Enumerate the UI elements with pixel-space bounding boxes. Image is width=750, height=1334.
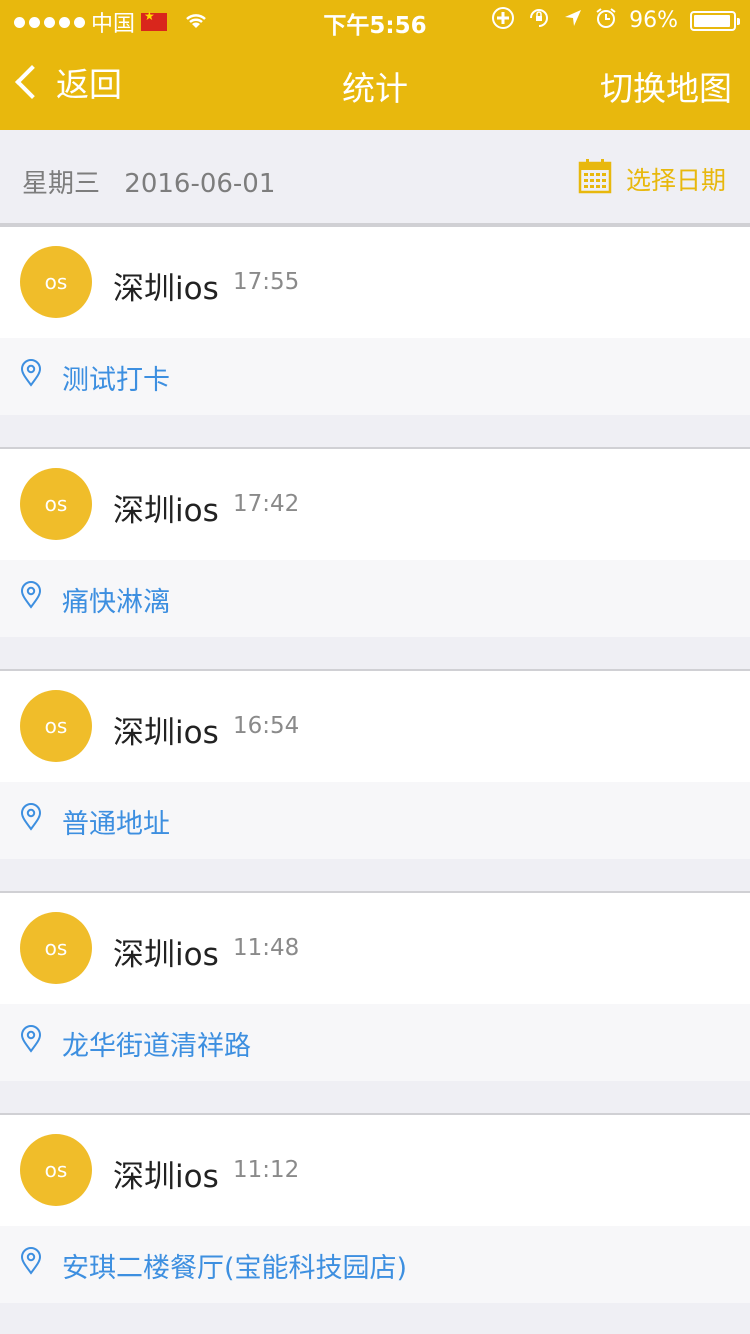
date-label: 2016-06-01 [124, 169, 276, 199]
avatar: os [20, 468, 92, 540]
rotation-lock-icon [527, 6, 551, 35]
select-date-label: 选择日期 [625, 166, 726, 195]
record-name: 深圳ios [113, 715, 219, 751]
record-address: 测试打卡 [62, 365, 170, 396]
record-header: os 深圳ios 17:55 [0, 227, 750, 338]
record-time: 17:42 [233, 491, 300, 517]
avatar: os [20, 246, 92, 318]
record-item[interactable]: os 深圳ios 16:54 普通地址 [0, 669, 750, 859]
status-right: 96% [491, 6, 740, 35]
date-bar: 星期三 2016-06-01 选择日期 [0, 130, 750, 225]
avatar: os [20, 690, 92, 762]
record-address-row[interactable]: 龙华街道清祥路 [0, 1004, 750, 1081]
avatar: os [20, 912, 92, 984]
record-name: 深圳ios [113, 937, 219, 973]
record-address: 龙华街道清祥路 [62, 1031, 251, 1062]
location-pin-icon [20, 359, 42, 391]
record-address-row[interactable]: 安琪二楼餐厅(宝能科技园店) [0, 1226, 750, 1303]
record-time: 17:55 [233, 269, 300, 295]
avatar: os [20, 1134, 92, 1206]
record-name: 深圳ios [113, 1159, 219, 1195]
current-date: 星期三 2016-06-01 [22, 163, 275, 200]
record-header: os 深圳ios 11:12 [0, 1115, 750, 1226]
record-address-row[interactable]: 痛快淋漓 [0, 560, 750, 637]
record-time: 11:12 [233, 1157, 300, 1183]
location-pin-icon [20, 803, 42, 835]
weekday-label: 星期三 [22, 169, 101, 199]
record-address-row[interactable]: 测试打卡 [0, 338, 750, 415]
record-address: 普通地址 [62, 809, 170, 840]
battery-percent: 96% [629, 8, 678, 33]
record-name: 深圳ios [113, 493, 219, 529]
location-arrow-icon [563, 8, 583, 33]
calendar-icon [578, 158, 612, 200]
record-item[interactable]: os 深圳ios 11:48 龙华街道清祥路 [0, 891, 750, 1081]
record-time: 16:54 [233, 713, 300, 739]
record-header: os 深圳ios 16:54 [0, 671, 750, 782]
record-header: os 深圳ios 17:42 [0, 449, 750, 560]
location-pin-icon [20, 1247, 42, 1279]
status-bar: 中国 下午5:56 96% [0, 0, 750, 40]
record-header: os 深圳ios 11:48 [0, 893, 750, 1004]
select-date-button[interactable]: 选择日期 [578, 158, 726, 200]
record-address: 安琪二楼餐厅(宝能科技园店) [62, 1253, 408, 1284]
location-pin-icon [20, 581, 42, 613]
record-item[interactable]: os 深圳ios 17:55 测试打卡 [0, 225, 750, 415]
record-item[interactable]: os 深圳ios 11:12 安琪二楼餐厅(宝能科技园店) [0, 1113, 750, 1303]
record-address-row[interactable]: 普通地址 [0, 782, 750, 859]
battery-icon [690, 10, 740, 31]
record-name: 深圳ios [113, 271, 219, 307]
record-time: 11:48 [233, 935, 300, 961]
add-circle-icon [491, 6, 515, 35]
location-pin-icon [20, 1025, 42, 1057]
alarm-icon [595, 7, 617, 34]
record-item[interactable]: os 深圳ios 17:42 痛快淋漓 [0, 447, 750, 637]
switch-map-button[interactable]: 切换地图 [600, 62, 732, 110]
record-address: 痛快淋漓 [62, 587, 170, 618]
navigation-bar: 中国 下午5:56 96% [0, 0, 750, 130]
